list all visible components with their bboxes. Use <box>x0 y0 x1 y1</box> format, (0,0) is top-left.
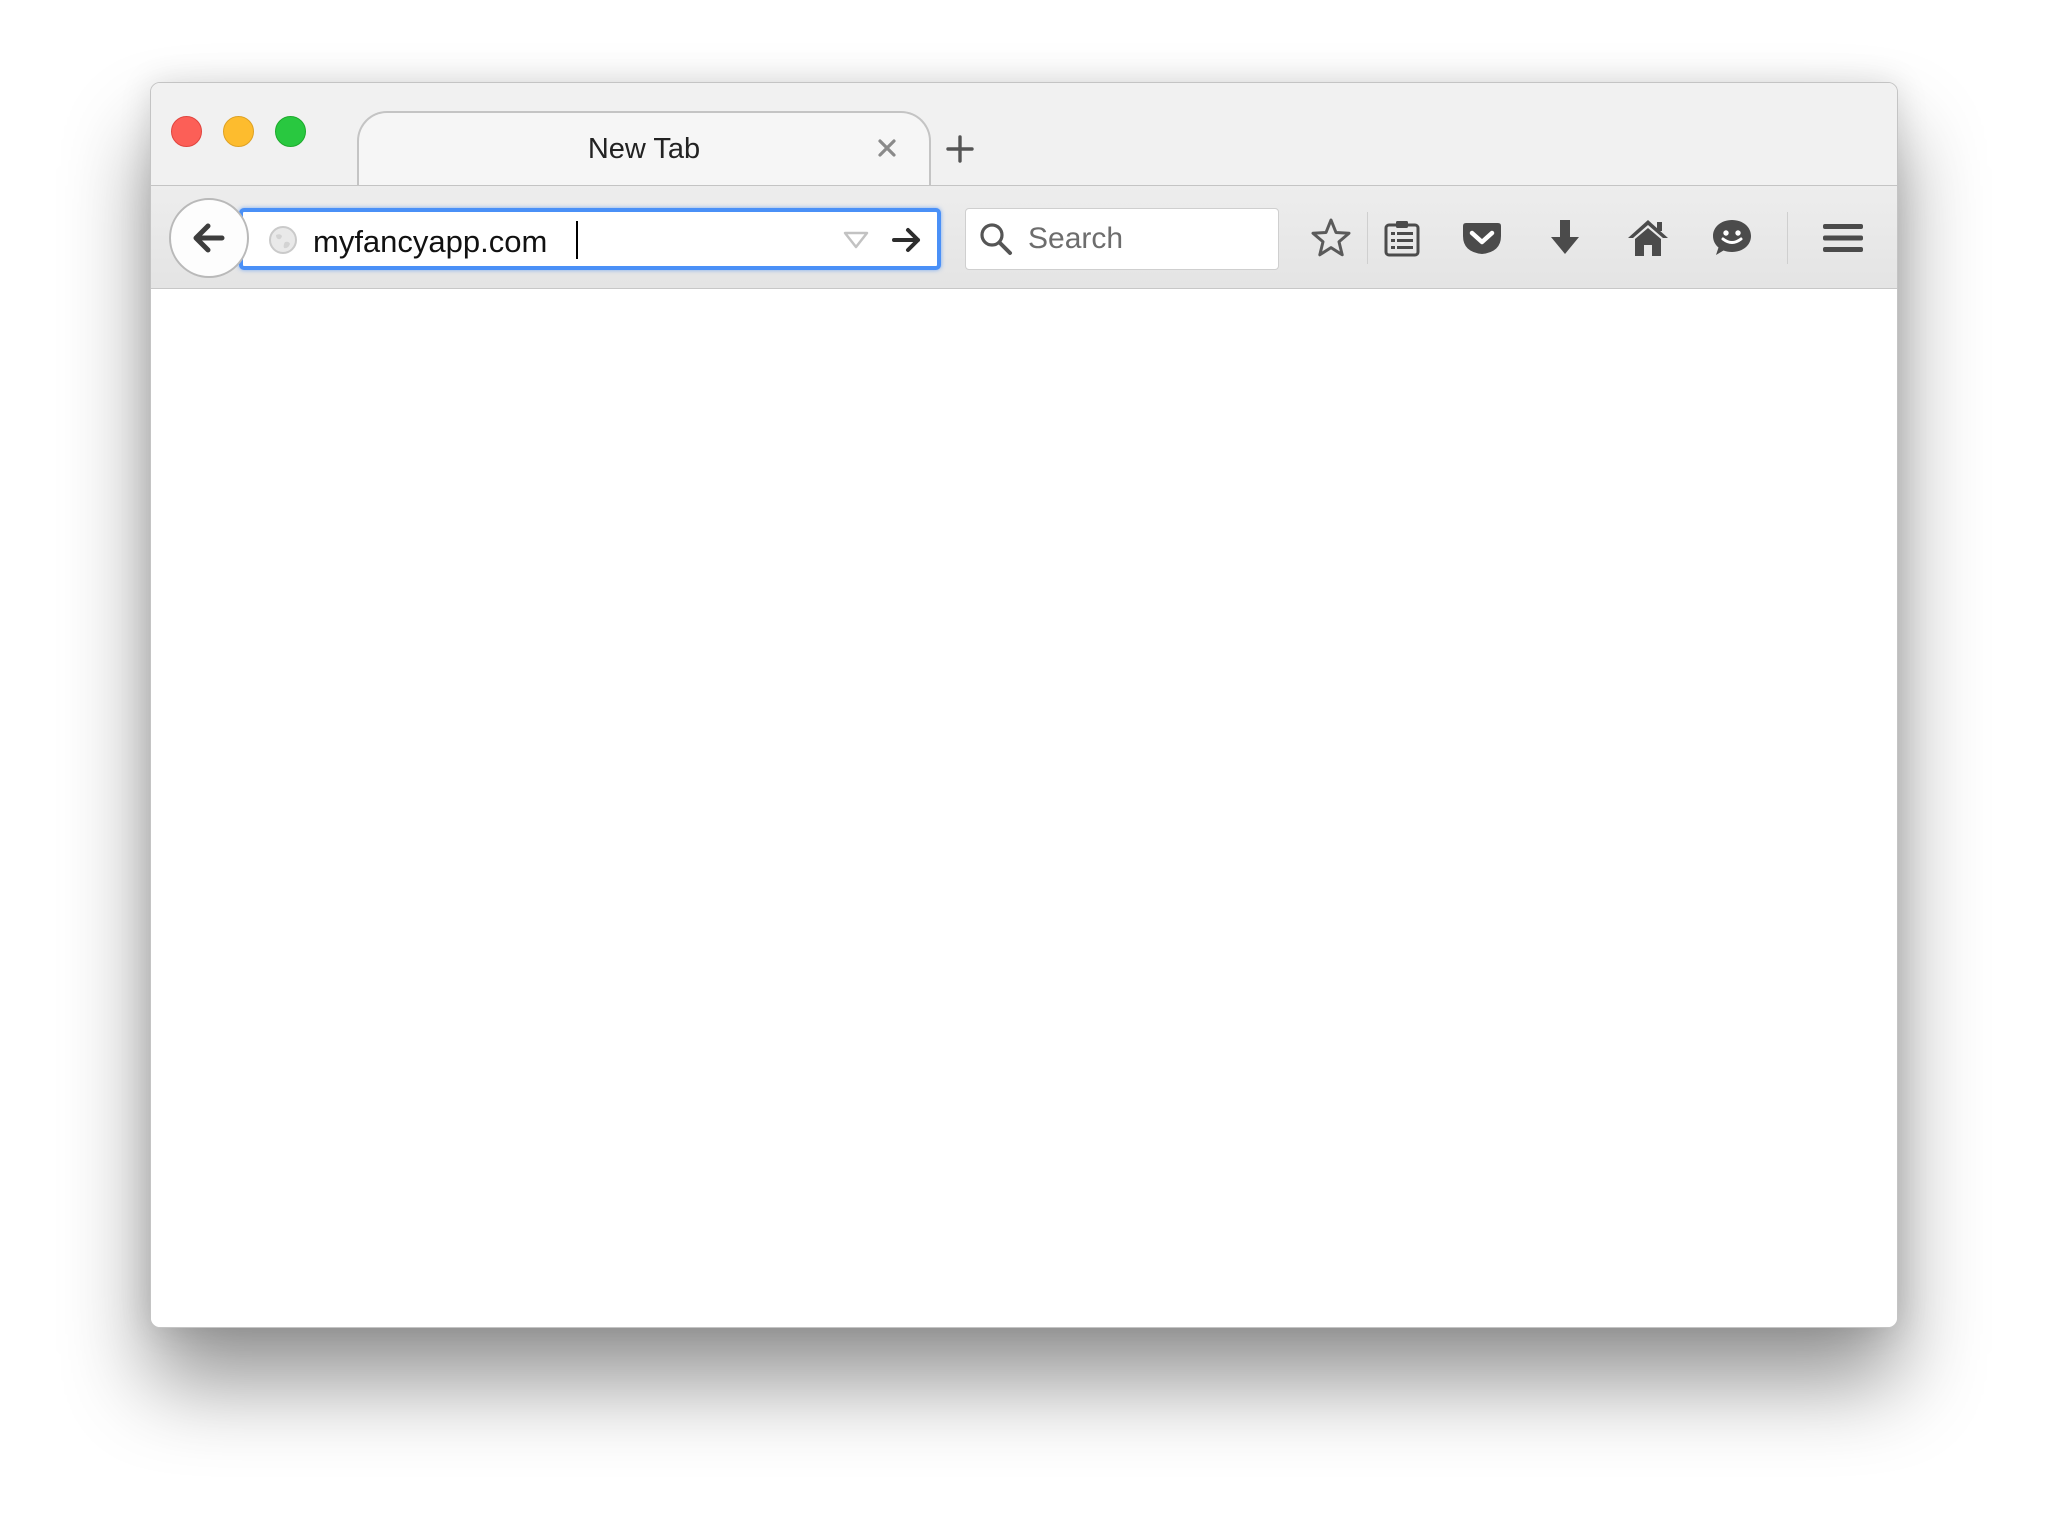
search-icon <box>980 223 1012 255</box>
tab-new-tab[interactable]: New Tab <box>357 111 931 187</box>
triangle-down-icon[interactable] <box>841 226 871 254</box>
hello-chat-button[interactable] <box>1702 208 1762 268</box>
tab-title: New Tab <box>587 133 701 165</box>
search-bar[interactable] <box>965 208 1279 270</box>
arrow-left-icon <box>193 223 225 253</box>
home-icon <box>1628 220 1668 256</box>
hamburger-menu-icon <box>1823 224 1863 252</box>
download-icon <box>1551 220 1579 254</box>
toolbar-separator <box>1787 212 1788 264</box>
globe-icon <box>269 226 297 254</box>
page-content-area[interactable] <box>151 289 1897 1327</box>
arrow-right-icon[interactable] <box>889 222 925 258</box>
reading-list-icon <box>1384 221 1420 257</box>
minimize-window-button[interactable] <box>223 116 254 147</box>
close-window-button[interactable] <box>171 116 202 147</box>
text-caret <box>576 221 578 259</box>
downloads-button[interactable] <box>1535 208 1595 268</box>
pocket-icon <box>1463 223 1501 254</box>
plus-icon[interactable] <box>936 125 984 173</box>
url-input[interactable]: myfancyapp.com <box>313 224 547 260</box>
home-button[interactable] <box>1618 208 1678 268</box>
toolbar-separator <box>1367 212 1368 264</box>
back-button[interactable] <box>169 198 249 278</box>
menu-button[interactable] <box>1813 208 1873 268</box>
pocket-button[interactable] <box>1452 208 1512 268</box>
star-icon <box>1311 218 1351 257</box>
title-bar: New Tab <box>151 83 1897 187</box>
close-icon[interactable] <box>873 134 901 162</box>
browser-window: New Tab myfancyapp.com <box>150 82 1898 1328</box>
address-bar[interactable]: myfancyapp.com <box>239 208 941 270</box>
hello-chat-icon <box>1713 220 1751 255</box>
zoom-window-button[interactable] <box>275 116 306 147</box>
reading-list-button[interactable] <box>1372 208 1432 268</box>
search-input[interactable] <box>1028 219 1264 259</box>
navigation-toolbar: myfancyapp.com <box>151 185 1897 289</box>
bookmark-star-button[interactable] <box>1301 208 1361 268</box>
